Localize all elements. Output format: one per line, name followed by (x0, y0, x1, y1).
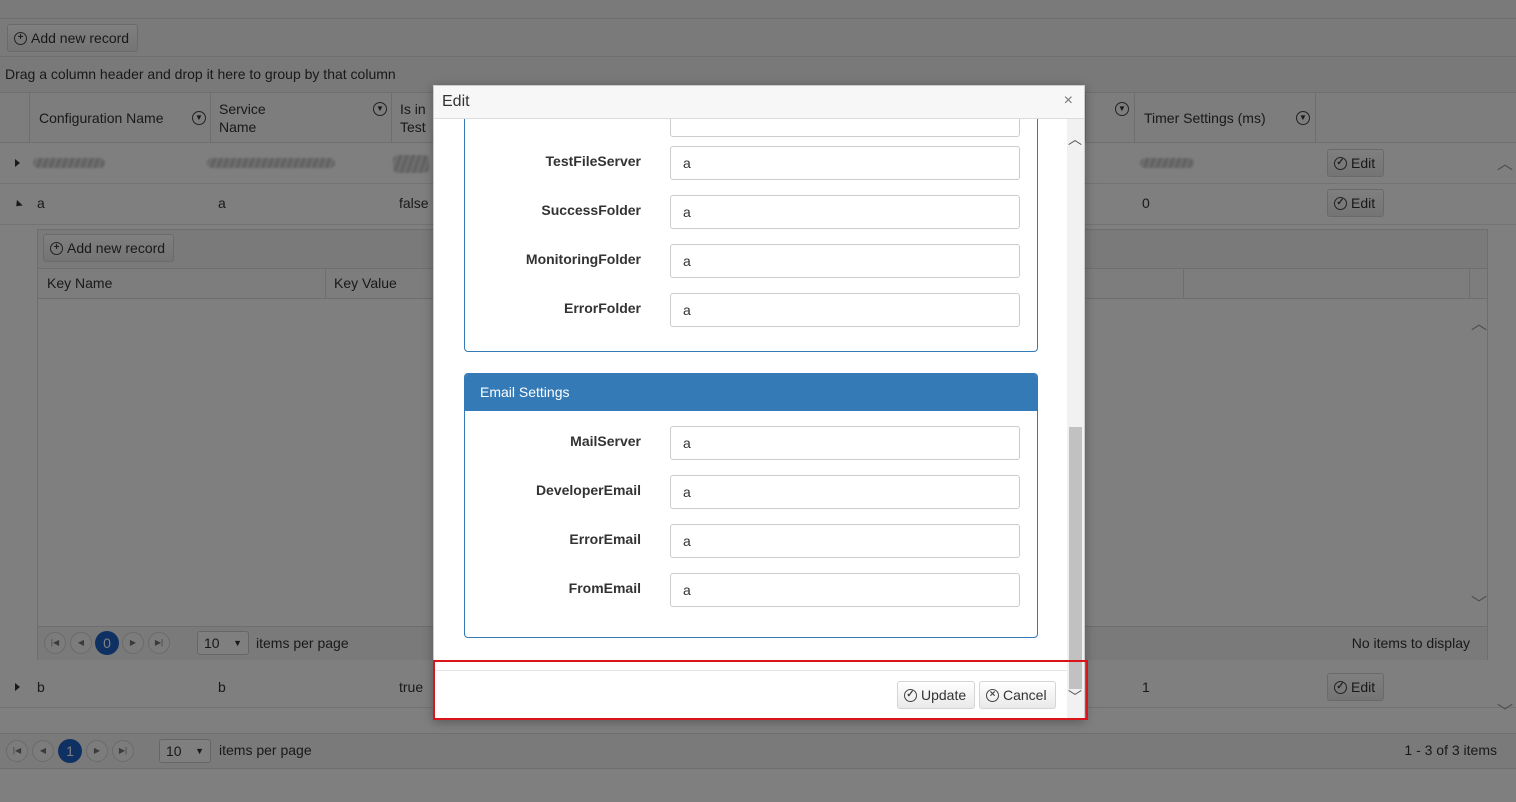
field-label: ErrorEmail (569, 531, 641, 547)
field-label: MonitoringFolder (525, 251, 641, 267)
email-settings-panel: Email Settings MailServer a DeveloperEma… (464, 373, 1038, 638)
field-label: MailServer (570, 433, 641, 449)
file-settings-panel: TestFileServer a SuccessFolder a Monitor… (464, 119, 1038, 352)
developer-email-input[interactable]: a (670, 475, 1020, 509)
scrollbar-thumb[interactable] (1069, 427, 1082, 689)
modal-title: Edit (442, 93, 470, 110)
close-icon[interactable]: × (1064, 92, 1073, 110)
success-folder-input[interactable]: a (670, 195, 1020, 229)
modal-scrollbar[interactable]: ︿ ﹀ (1067, 119, 1084, 719)
field-label: ErrorFolder (563, 300, 641, 316)
edit-modal: Edit × TestFileServer a SuccessFolder a … (433, 85, 1085, 720)
email-settings-header: Email Settings (465, 374, 1037, 411)
modal-titlebar: Edit × (434, 86, 1084, 119)
mail-server-input[interactable]: a (670, 426, 1020, 460)
partial-field-input[interactable] (670, 119, 1020, 137)
field-label: FromEmail (568, 580, 641, 596)
field-label: DeveloperEmail (535, 482, 641, 498)
test-file-server-input[interactable]: a (670, 146, 1020, 180)
error-folder-input[interactable]: a (670, 293, 1020, 327)
field-label: SuccessFolder (541, 202, 641, 218)
error-email-input[interactable]: a (670, 524, 1020, 558)
from-email-input[interactable]: a (670, 573, 1020, 607)
modal-body: TestFileServer a SuccessFolder a Monitor… (434, 119, 1069, 670)
monitoring-folder-input[interactable]: a (670, 244, 1020, 278)
field-label: TestFileServer (545, 153, 641, 169)
scroll-up-icon[interactable]: ︿ (1068, 129, 1082, 149)
footer-highlight-box (433, 660, 1088, 720)
